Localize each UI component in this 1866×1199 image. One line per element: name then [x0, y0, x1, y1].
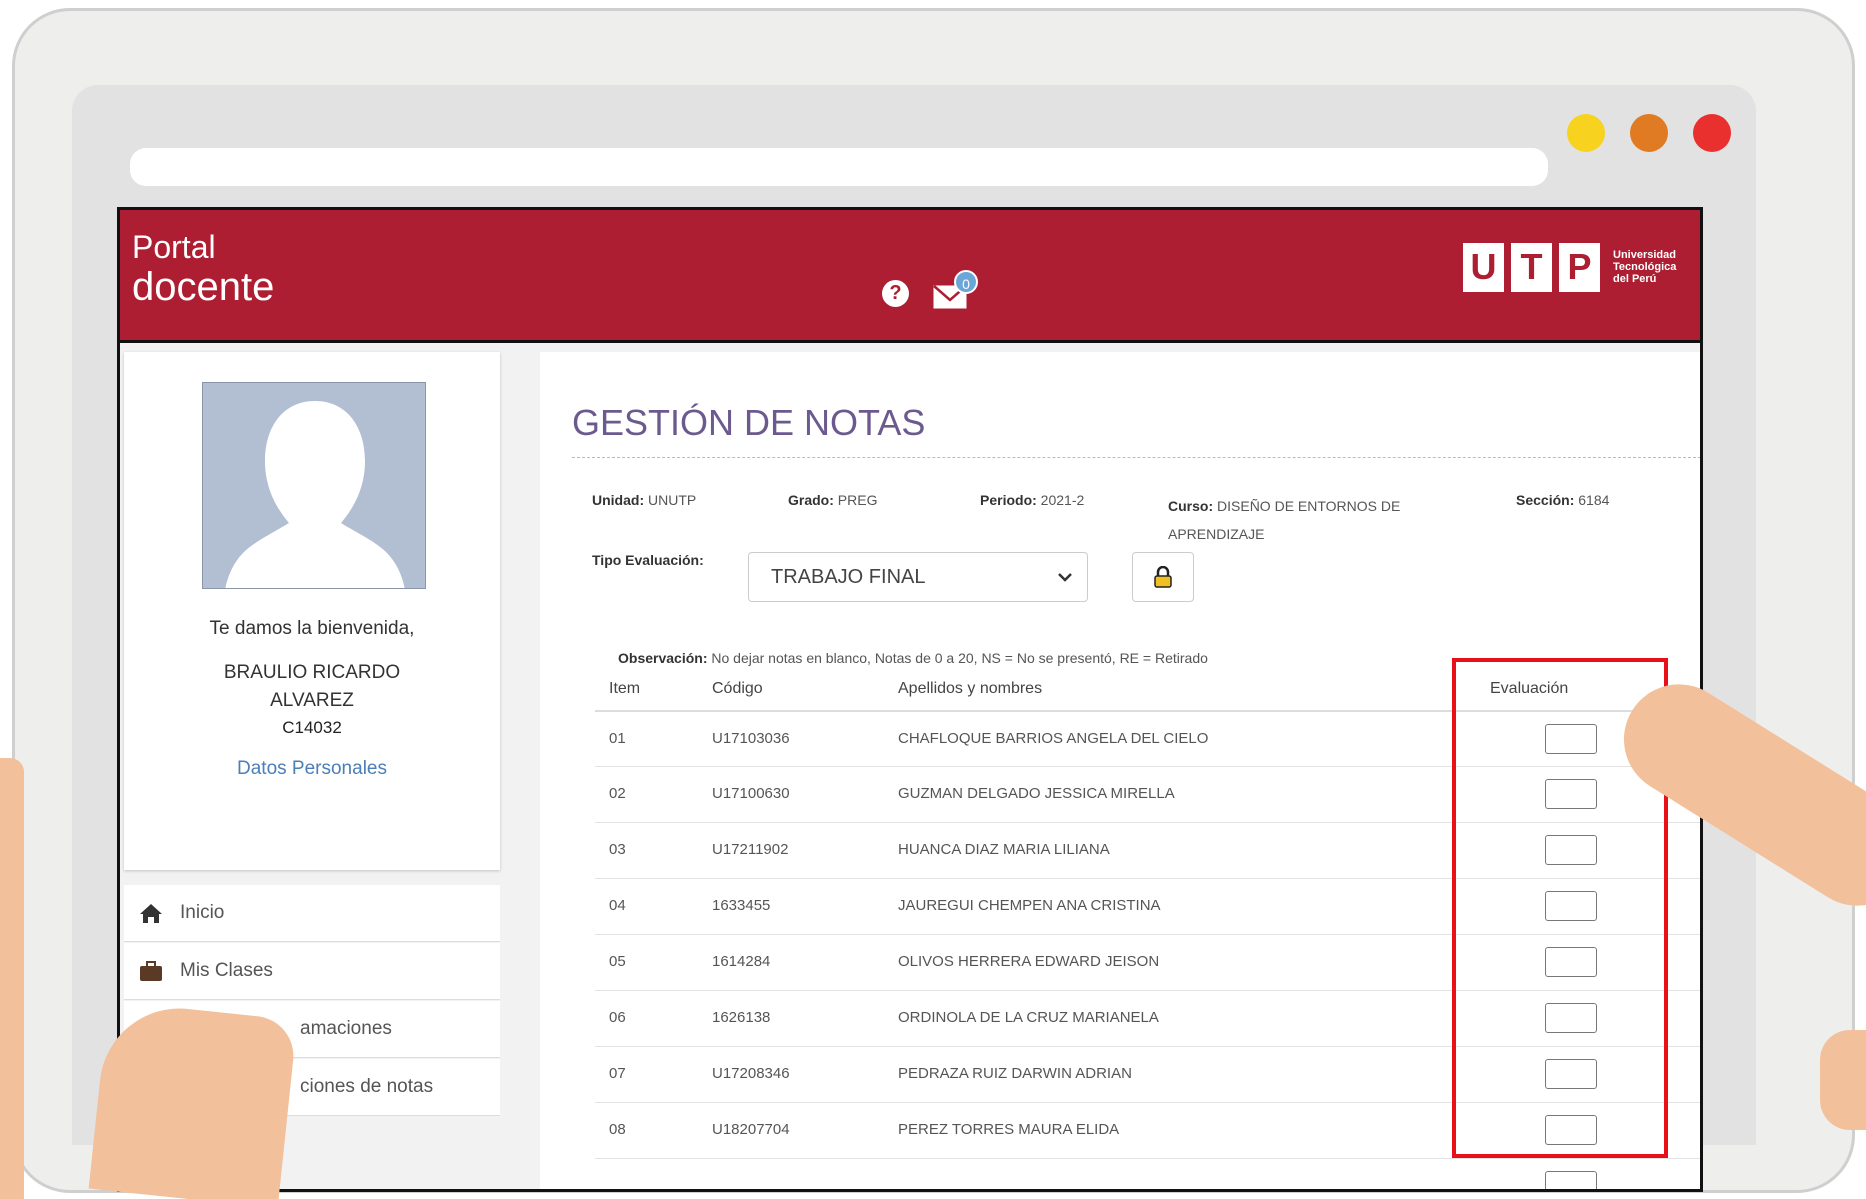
- sidebar-item-label: amaciones: [300, 1018, 392, 1039]
- page-title: GESTIÓN DE NOTAS: [572, 402, 926, 443]
- logo-letter-u: U: [1463, 242, 1504, 292]
- seccion-info: Sección: 6184: [1516, 492, 1610, 508]
- avatar: [202, 382, 426, 589]
- window-dot-yellow[interactable]: [1567, 114, 1605, 152]
- lock-icon: [1154, 566, 1172, 588]
- welcome-text: Te damos la bienvenida,: [209, 618, 415, 639]
- logo-text: Universidad Tecnológica del Perú: [1613, 248, 1677, 286]
- sidebar-item-label: Mis Clases: [180, 960, 273, 981]
- grade-input[interactable]: [1545, 1171, 1597, 1189]
- grado-info: Grado: PREG: [788, 492, 878, 508]
- home-icon: [140, 904, 162, 923]
- unidad-info: Unidad: UNUTP: [592, 492, 697, 508]
- column-header-codigo: Código: [712, 680, 763, 697]
- tipo-evaluacion-select[interactable]: TRABAJO FINAL: [748, 552, 1088, 602]
- briefcase-icon: [140, 961, 162, 981]
- periodo-info: Periodo: 2021-2: [980, 492, 1085, 508]
- sidebar-item-inicio[interactable]: Inicio: [124, 885, 500, 942]
- window-dot-orange[interactable]: [1630, 114, 1668, 152]
- user-name-line2: ALVAREZ: [270, 690, 354, 711]
- logo-letter-t: T: [1511, 242, 1552, 292]
- sidebar-item-label: Inicio: [180, 902, 225, 923]
- lock-button[interactable]: [1132, 552, 1194, 602]
- tipo-evaluacion-value: TRABAJO FINAL: [771, 565, 926, 588]
- portal-title: Portal docente: [132, 229, 275, 310]
- profile-card: Te damos la bienvenida, BRAULIO RICARDO …: [124, 352, 500, 870]
- mail-count-badge: 0: [954, 270, 978, 294]
- avatar-silhouette-icon: [225, 401, 405, 588]
- right-edge-hand-decoration: [1820, 1030, 1866, 1130]
- personal-data-link[interactable]: Datos Personales: [124, 758, 500, 780]
- sidebar-item-mis-clases[interactable]: Mis Clases: [124, 943, 500, 1000]
- column-header-nombres: Apellidos y nombres: [898, 680, 1043, 697]
- column-header-item: Item: [609, 680, 641, 697]
- portal-title-line2: docente: [132, 265, 275, 310]
- portal-title-line1: Portal: [132, 229, 216, 265]
- window-dot-red[interactable]: [1693, 114, 1731, 152]
- question-circle-icon[interactable]: ?: [882, 280, 909, 307]
- portal-header: Portal docente ? 0 U T P Universidad Tec…: [120, 210, 1700, 343]
- address-bar[interactable]: [130, 148, 1548, 186]
- user-name-line1: BRAULIO RICARDO: [223, 662, 401, 683]
- sidebar-item-label: ciones de notas: [300, 1076, 434, 1097]
- utp-logo: U T P Universidad Tecnológica del Perú: [1463, 242, 1676, 292]
- curso-info: Curso: DISEÑO DE ENTORNOS DE APRENDIZAJE: [1168, 498, 1401, 542]
- title-divider: [572, 457, 1700, 458]
- tipo-evaluacion-label: Tipo Evaluación:: [592, 552, 704, 568]
- logo-letter-p: P: [1559, 242, 1600, 292]
- chevron-down-icon: [1058, 573, 1072, 582]
- left-hand-decoration: [0, 758, 24, 1199]
- observation-note: Observación: No dejar notas en blanco, N…: [618, 650, 1208, 666]
- user-code: C14032: [282, 718, 342, 737]
- table-row-partial: [595, 1158, 1700, 1189]
